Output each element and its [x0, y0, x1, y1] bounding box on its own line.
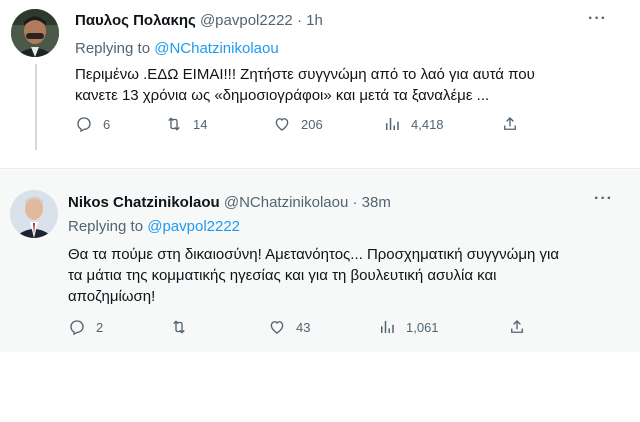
thread-connector — [35, 64, 37, 150]
retweet-icon — [173, 320, 185, 334]
views-icon — [386, 118, 399, 130]
reply-count: 6 — [103, 116, 111, 132]
tweet-text-line: Περιμένω .ΕΔΩ ΕΙΜΑΙ!!! Ζητήστε συγγνώμη … — [75, 66, 535, 83]
more-icon[interactable]: ··· — [588, 10, 607, 28]
author-handle[interactable]: @NChatzinikolaou — [224, 194, 348, 211]
views-count: 1,061 — [406, 319, 439, 335]
author-name[interactable]: Παυλος Πολακης — [75, 12, 196, 29]
avatar-nchatzinikolaou[interactable] — [10, 190, 58, 238]
author-handle[interactable]: @pavpol2222 — [200, 12, 293, 29]
reply-count: 2 — [96, 319, 104, 335]
views-button[interactable]: 4,418 — [383, 115, 444, 133]
replying-to-label: Replying to — [75, 40, 151, 57]
like-icon — [270, 321, 284, 334]
retweet-icon — [168, 117, 180, 131]
retweet-button[interactable]: 14 — [165, 115, 207, 133]
tweet-text-line: αποζημίωση! — [68, 288, 156, 305]
tweet-text: Θα τα πούμε στη δικαιοσύνη! Αμετανόητος.… — [68, 244, 628, 307]
author-name[interactable]: Nikos Chatzinikolaou — [68, 194, 220, 211]
tweet-text-line: Θα τα πούμε στη δικαιοσύνη! Αμετανόητος.… — [68, 246, 560, 263]
avatar-image — [11, 9, 59, 57]
share-button[interactable] — [508, 318, 526, 336]
share-button[interactable] — [501, 115, 519, 133]
like-button[interactable]: 206 — [273, 115, 323, 133]
tweet-text-line: τα μάτια της κομματικής ηγεσίας και για … — [68, 267, 497, 284]
replying-to: Replying to @NChatzinikolaou — [75, 40, 279, 57]
tweet-header: Nikos Chatzinikolaou @NChatzinikolaou · … — [68, 194, 391, 211]
separator-dot: · — [352, 194, 358, 211]
share-icon — [504, 117, 516, 130]
replying-to-label: Replying to — [68, 218, 144, 235]
views-button[interactable]: 1,061 — [378, 318, 439, 336]
retweet-button[interactable] — [170, 318, 188, 336]
reply-icon — [70, 320, 84, 336]
like-button[interactable]: 43 — [268, 318, 310, 336]
reply-button[interactable]: 2 — [68, 318, 103, 336]
tweet-time[interactable]: 38m — [362, 194, 391, 211]
like-count: 43 — [296, 319, 311, 335]
replying-to-mention[interactable]: @pavpol2222 — [147, 218, 240, 235]
share-icon — [511, 320, 523, 333]
views-icon — [381, 321, 394, 333]
like-icon — [275, 118, 289, 131]
tweet-nchatzinikolaou[interactable]: Nikos Chatzinikolaou @NChatzinikolaou · … — [0, 170, 640, 352]
avatar-image — [10, 190, 58, 238]
reply-button[interactable]: 6 — [75, 115, 110, 133]
separator-dot: · — [296, 12, 302, 29]
reply-icon — [77, 117, 91, 133]
retweet-count: 14 — [193, 116, 208, 132]
like-count: 206 — [301, 116, 323, 132]
tweet-text: Περιμένω .ΕΔΩ ΕΙΜΑΙ!!! Ζητήστε συγγνώμη … — [75, 64, 595, 106]
replying-to: Replying to @pavpol2222 — [68, 218, 240, 235]
avatar-pavpol[interactable] — [11, 9, 59, 57]
tweet-time[interactable]: 1h — [306, 12, 323, 29]
more-icon[interactable]: ··· — [594, 190, 613, 208]
views-count: 4,418 — [411, 116, 444, 132]
tweet-text-line: κανετε 13 χρόνια ως «δημοσιογράφοι» και … — [75, 87, 490, 104]
tweet-header: Παυλος Πολακης @pavpol2222 · 1h — [75, 12, 323, 29]
tweet-pavpol[interactable]: Παυλος Πολακης @pavpol2222 · 1h ··· Repl… — [0, 0, 640, 146]
replying-to-mention[interactable]: @NChatzinikolaou — [154, 40, 278, 57]
tweet-divider — [0, 168, 640, 169]
